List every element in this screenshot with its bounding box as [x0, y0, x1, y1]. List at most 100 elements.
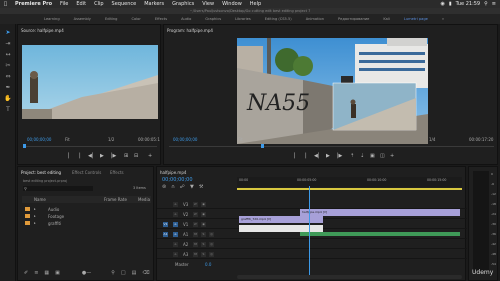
source-quality-select[interactable]: 1/2: [108, 138, 114, 142]
menu-graphics[interactable]: Graphics: [172, 1, 194, 7]
workspace-animation[interactable]: Animation: [306, 17, 324, 21]
add-marker-icon[interactable]: ▼: [190, 185, 194, 190]
source-patch-a1[interactable]: A1: [163, 232, 168, 237]
program-play-icon[interactable]: ▶: [326, 154, 330, 159]
program-timeline-ruler[interactable]: [169, 146, 494, 147]
column-media[interactable]: Media: [138, 198, 150, 202]
track-lock-icon[interactable]: ⌯: [173, 232, 178, 237]
trash-icon[interactable]: ⌫: [142, 270, 149, 276]
menu-markers[interactable]: Markers: [144, 1, 164, 7]
program-playhead[interactable]: [261, 144, 264, 148]
program-monitor-title[interactable]: Program: halfpipe.mp4: [167, 28, 213, 33]
apple-menu-icon[interactable]: : [4, 1, 7, 7]
eye-icon[interactable]: ◉: [201, 212, 206, 217]
source-step-back-icon[interactable]: ◀⎢: [88, 154, 94, 159]
menu-help[interactable]: Help: [250, 1, 261, 7]
work-area-bar[interactable]: [237, 188, 462, 190]
mic-icon[interactable]: ◎: [209, 242, 214, 247]
wifi-icon[interactable]: ◉: [440, 1, 444, 7]
timeline-timecode[interactable]: 00;00;00;00: [162, 178, 193, 183]
workspace-lumetri[interactable]: Lumetri page: [404, 17, 428, 21]
menu-file[interactable]: File: [60, 1, 68, 7]
slip-tool-icon[interactable]: ⇔: [4, 73, 12, 80]
tab-timeline-sequence[interactable]: halfpipe.mp4: [160, 170, 186, 175]
mic-icon[interactable]: ◎: [209, 232, 214, 237]
sync-lock-icon[interactable]: ⇄: [193, 212, 198, 217]
workspace-graphics[interactable]: Graphics: [205, 17, 221, 21]
column-frame-rate[interactable]: Frame Rate: [104, 198, 127, 202]
workspace-editing[interactable]: Editing: [105, 17, 118, 21]
program-mark-in-icon[interactable]: ⎢: [294, 154, 297, 159]
mic-icon[interactable]: ◎: [209, 252, 214, 257]
track-lock-icon[interactable]: ⌯: [173, 202, 178, 207]
new-bin-icon[interactable]: □: [121, 270, 126, 276]
list-icon[interactable]: ≡: [492, 1, 496, 7]
program-fit-select[interactable]: Fit: [238, 138, 243, 142]
linked-selection-icon[interactable]: ☍: [180, 185, 185, 190]
workspace-assembly[interactable]: Assembly: [74, 17, 91, 21]
mute-icon[interactable]: M: [193, 242, 198, 247]
app-menu[interactable]: Premiere Pro: [15, 1, 52, 7]
workspace-effects[interactable]: Effects: [155, 17, 167, 21]
new-item-icon[interactable]: ▤: [132, 270, 137, 276]
track-label[interactable]: V2: [183, 213, 188, 217]
sync-lock-icon[interactable]: ⇄: [193, 222, 198, 227]
pencil-icon[interactable]: ✐: [24, 270, 28, 276]
solo-icon[interactable]: S: [201, 232, 206, 237]
track-label[interactable]: A1: [183, 233, 188, 237]
track-lock-icon[interactable]: ⌯: [173, 212, 178, 217]
solo-icon[interactable]: S: [201, 252, 206, 257]
program-add-icon[interactable]: +: [390, 154, 394, 159]
search-icon[interactable]: ⚲: [484, 1, 488, 7]
clip-a1-audio[interactable]: [239, 225, 323, 232]
workspace-redaktirovanie[interactable]: Редактирование: [338, 17, 369, 21]
project-search-input[interactable]: [23, 186, 93, 191]
sync-lock-icon[interactable]: ⇄: [193, 202, 198, 207]
source-timeline-ruler[interactable]: [23, 146, 157, 147]
program-quality-select[interactable]: 1/4: [429, 138, 435, 142]
icon-view-icon[interactable]: ▦: [44, 270, 49, 276]
program-mark-out-icon[interactable]: ⎥: [304, 154, 307, 159]
menu-view[interactable]: View: [202, 1, 214, 7]
track-select-tool-icon[interactable]: ⇥: [4, 40, 12, 47]
mute-icon[interactable]: M: [193, 252, 198, 257]
program-extract-icon[interactable]: ⇣: [360, 154, 364, 159]
source-mark-out-icon[interactable]: ⎥: [78, 154, 81, 159]
workspace-kali[interactable]: Kali: [383, 17, 390, 21]
source-monitor-title[interactable]: Source: halfpipe.mp4: [21, 28, 64, 33]
project-bin-graffiti[interactable]: ▸ graffiti: [22, 220, 151, 227]
hand-tool-icon[interactable]: ✋: [4, 95, 12, 102]
workspace-color[interactable]: Color: [131, 17, 140, 21]
nest-icon[interactable]: ⊜: [162, 185, 166, 190]
track-label[interactable]: A3: [183, 253, 188, 257]
razor-tool-icon[interactable]: ✂: [4, 62, 12, 69]
track-lock-icon[interactable]: ⌯: [173, 242, 178, 247]
workspace-overflow-icon[interactable]: »: [442, 17, 444, 21]
program-step-back-icon[interactable]: ◀⎢: [314, 154, 320, 159]
track-label[interactable]: V3: [183, 203, 188, 207]
program-step-forward-icon[interactable]: ⎥▶: [336, 154, 342, 159]
type-tool-icon[interactable]: T: [4, 106, 12, 113]
mute-icon[interactable]: M: [193, 232, 198, 237]
eye-icon[interactable]: ◉: [201, 202, 206, 207]
menu-sequence[interactable]: Sequence: [112, 1, 137, 7]
source-playhead[interactable]: [23, 144, 26, 148]
source-settings-icon[interactable]: +: [148, 154, 152, 159]
snap-icon[interactable]: ∩: [171, 185, 175, 190]
zoom-slider[interactable]: ●—: [82, 270, 91, 276]
tab-effects[interactable]: Effects: [110, 170, 124, 175]
track-label[interactable]: A2: [183, 243, 188, 247]
source-play-icon[interactable]: ▶: [100, 154, 104, 159]
workspace-editing-cs55[interactable]: Editing (CS5.5): [265, 17, 292, 21]
wrench-icon[interactable]: ⚒: [199, 185, 203, 190]
source-timecode-current[interactable]: 00;00;00;00: [27, 138, 51, 142]
eye-icon[interactable]: ◉: [201, 222, 206, 227]
timeline-playhead[interactable]: [309, 186, 310, 276]
selection-tool-icon[interactable]: ➤: [4, 29, 12, 36]
workspace-audio[interactable]: Audio: [181, 17, 191, 21]
timeline-scrollbar[interactable]: [237, 275, 462, 279]
clip-v2-graffiti[interactable]: graffiti_720.mp4 [V]: [239, 216, 323, 223]
source-fit-select[interactable]: Fit: [65, 138, 70, 142]
program-lift-icon[interactable]: ⇡: [350, 154, 354, 159]
source-overwrite-icon[interactable]: ⊟: [134, 154, 138, 159]
